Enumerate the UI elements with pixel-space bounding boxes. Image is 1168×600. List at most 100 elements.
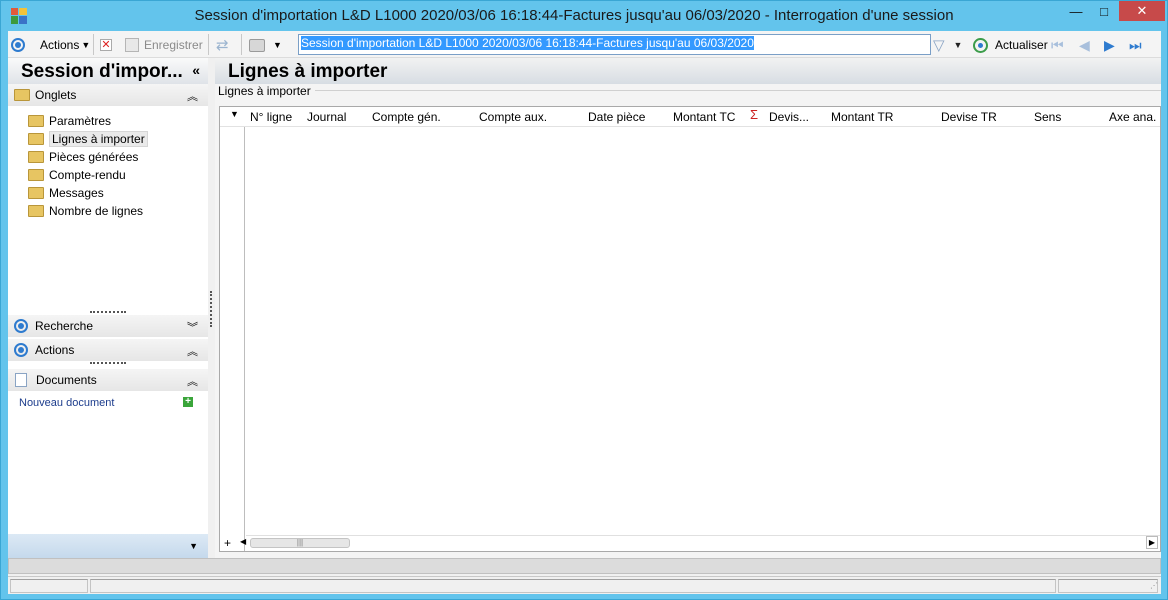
tree-item-label: Paramètres <box>49 114 112 128</box>
first-record-icon: ⏮ <box>1051 36 1064 53</box>
column-header[interactable]: Date pièce <box>588 110 645 124</box>
section-onglets[interactable]: Onglets ︽ <box>8 84 208 106</box>
grid-row-selector-column <box>220 107 245 551</box>
column-header[interactable]: Devise TR <box>941 110 997 124</box>
refresh-icon <box>973 37 988 53</box>
scroll-left-icon[interactable]: ◀ <box>240 537 246 546</box>
splitter-grip[interactable] <box>90 311 126 313</box>
column-header[interactable]: Montant TC <box>673 110 735 124</box>
sum-icon[interactable]: Σ <box>750 107 758 122</box>
refresh-label: Actualiser <box>995 38 1048 52</box>
last-record-button[interactable]: ⏭ <box>1129 35 1142 55</box>
column-header[interactable]: Sens <box>1034 110 1061 124</box>
delete-icon: ✕ <box>100 39 112 51</box>
folder-icon <box>28 151 44 163</box>
column-chooser-icon[interactable]: ▼ <box>230 109 239 119</box>
folder-icon <box>28 169 44 181</box>
application-window: Session d'importation L&D L1000 2020/03/… <box>0 0 1168 600</box>
maximize-button[interactable]: □ <box>1091 1 1117 21</box>
section-onglets-label: Onglets <box>35 88 77 102</box>
actions-menu-label: Actions <box>40 38 80 52</box>
save-button[interactable]: Enregistrer <box>125 35 203 55</box>
chevron-down-double-icon[interactable]: ︾ <box>187 319 198 335</box>
status-bar-top <box>8 558 1161 574</box>
navigation-field[interactable]: Session d'importation L&D L1000 2020/03/… <box>298 34 931 55</box>
delete-button[interactable]: ✕ <box>100 35 112 55</box>
client-area: Actions ▼ ✕ Enregistrer ⇄ ▼ Session d'im… <box>8 31 1161 594</box>
toolbar-separator <box>208 34 209 55</box>
sync-button[interactable]: ⇄ <box>216 35 229 55</box>
save-label: Enregistrer <box>144 38 203 52</box>
chevron-up-icon[interactable]: ︽ <box>187 373 198 389</box>
left-panel-footer[interactable]: ▼ <box>8 534 208 558</box>
toolbar-separator <box>93 34 94 55</box>
status-cell <box>10 579 88 593</box>
section-documents-label: Documents <box>36 373 97 387</box>
minimize-button[interactable]: — <box>1063 1 1089 21</box>
column-header[interactable]: Compte gén. <box>372 110 441 124</box>
status-cell <box>90 579 1056 593</box>
section-actions[interactable]: Actions ︽ <box>8 339 208 361</box>
column-header[interactable]: Devis... <box>769 110 809 124</box>
target-icon[interactable] <box>11 35 32 55</box>
tree-item-pieces-generees[interactable]: Pièces générées <box>8 148 208 166</box>
column-header[interactable]: Journal <box>307 110 346 124</box>
grid-header: ▼ N° ligne Journal Compte gén. Compte au… <box>220 107 1160 127</box>
close-button[interactable]: ✕ <box>1119 1 1165 21</box>
refresh-button[interactable]: Actualiser <box>973 35 1048 55</box>
tree-item-parametres[interactable]: Paramètres <box>8 112 208 130</box>
chevron-up-icon[interactable]: ︽ <box>187 343 198 359</box>
column-header[interactable]: Axe ana. <box>1109 110 1156 124</box>
add-icon[interactable]: + <box>183 397 193 407</box>
add-row-icon[interactable]: + <box>224 536 231 550</box>
main-panel-header: Lignes à importer <box>215 58 1161 84</box>
section-actions-label: Actions <box>35 343 75 357</box>
vertical-splitter[interactable] <box>210 291 212 327</box>
tree-item-nombre-de-lignes[interactable]: Nombre de lignes <box>8 202 208 220</box>
left-panel-title: Session d'impor... <box>21 61 183 82</box>
next-record-button[interactable]: ▶ <box>1104 35 1115 55</box>
scrollbar-thumb[interactable]: ||| <box>250 538 350 548</box>
filter-button[interactable]: ▽ ▼ <box>933 35 962 55</box>
printer-icon <box>249 38 265 52</box>
print-button[interactable]: ▼ <box>249 35 282 55</box>
previous-record-icon: ◀ <box>1079 36 1090 53</box>
column-header[interactable]: Compte aux. <box>479 110 547 124</box>
chevron-up-icon[interactable]: ︽ <box>187 88 198 104</box>
main-panel-title: Lignes à importer <box>228 61 388 82</box>
actions-menu-button[interactable]: Actions ▼ <box>40 35 90 55</box>
collapse-panel-icon[interactable]: « <box>192 62 200 78</box>
tree-spacer <box>8 220 208 315</box>
next-record-icon: ▶ <box>1104 36 1115 53</box>
title-bar[interactable]: Session d'importation L&D L1000 2020/03/… <box>1 1 1167 31</box>
search-panel-icon <box>14 319 28 333</box>
previous-record-button[interactable]: ◀ <box>1079 35 1090 55</box>
splitter-grip[interactable] <box>90 362 126 364</box>
new-document-row: Nouveau document + <box>8 391 208 415</box>
column-header[interactable]: N° ligne <box>250 110 292 124</box>
section-documents[interactable]: Documents ︽ <box>8 369 208 391</box>
window-title: Session d'importation L&D L1000 2020/03/… <box>194 7 954 24</box>
tree-item-lignes-a-importer[interactable]: Lignes à importer <box>8 130 208 148</box>
tree-item-label: Lignes à importer <box>49 131 148 147</box>
navigation-field-value: Session d'importation L&D L1000 2020/03/… <box>301 36 754 50</box>
first-record-button[interactable]: ⏮ <box>1051 35 1064 55</box>
last-record-icon: ⏭ <box>1129 36 1142 53</box>
toolbar: Actions ▼ ✕ Enregistrer ⇄ ▼ Session d'im… <box>8 31 1161 58</box>
main-panel: Lignes à importer Lignes à importer ▼ N°… <box>215 58 1161 558</box>
tree-item-messages[interactable]: Messages <box>8 184 208 202</box>
new-document-link[interactable]: Nouveau document <box>19 397 114 409</box>
horizontal-scrollbar[interactable]: ◀ ||| ▶ <box>240 535 1160 551</box>
status-bar: ⋰ <box>8 576 1161 594</box>
left-panel-header: Session d'impor... « <box>8 58 208 84</box>
data-grid[interactable]: ▼ N° ligne Journal Compte gén. Compte au… <box>219 106 1161 552</box>
tree-item-compte-rendu[interactable]: Compte-rendu <box>8 166 208 184</box>
resize-grip-icon[interactable]: ⋰ <box>1150 581 1158 590</box>
column-header[interactable]: Montant TR <box>831 110 893 124</box>
status-cell <box>1058 579 1158 593</box>
scroll-right-icon[interactable]: ▶ <box>1146 536 1158 549</box>
left-panel: Session d'impor... « Onglets ︽ Paramètre… <box>8 58 208 558</box>
save-icon <box>125 38 139 52</box>
section-recherche[interactable]: Recherche ︾ <box>8 315 208 337</box>
status-area: ⋰ <box>8 558 1161 594</box>
